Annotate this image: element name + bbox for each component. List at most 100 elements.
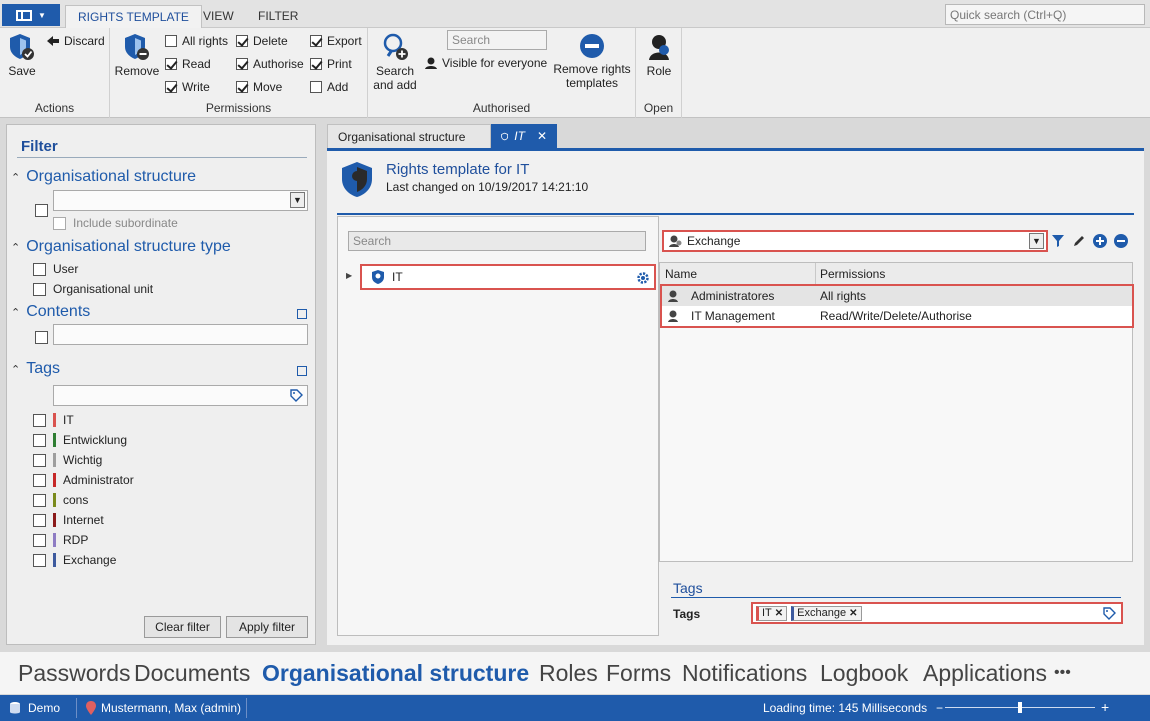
module-organisational-structure[interactable]: Organisational structure xyxy=(262,660,529,687)
zoom-in-button[interactable]: + xyxy=(1101,699,1109,715)
app-menu-button[interactable]: ▼ xyxy=(2,4,60,26)
module-documents[interactable]: Documents xyxy=(134,660,250,687)
section-tags[interactable]: ⌃ Tags xyxy=(11,360,60,378)
tags-input[interactable]: IT ✕ Exchange ✕ xyxy=(751,602,1123,624)
tree-search-input[interactable]: Search xyxy=(348,231,646,251)
table-row[interactable]: Administratores All rights xyxy=(662,286,1132,306)
checkbox[interactable] xyxy=(33,513,46,527)
remove-icon[interactable] xyxy=(1113,233,1129,249)
tab-view[interactable]: VIEW xyxy=(191,5,246,28)
remove-rights-templates-button[interactable]: Remove rights templates xyxy=(552,32,632,90)
perm-print[interactable]: Print xyxy=(310,57,352,71)
checkbox[interactable] xyxy=(236,81,248,93)
include-subordinate-option[interactable]: Include subordinate xyxy=(53,216,178,230)
chevron-down-icon[interactable]: ▼ xyxy=(1029,233,1044,249)
apply-filter-button[interactable]: Apply filter xyxy=(226,616,308,638)
perm-move[interactable]: Move xyxy=(236,80,282,94)
checkbox[interactable] xyxy=(310,35,322,47)
tag-filter-item[interactable]: Entwicklung xyxy=(33,433,127,447)
close-icon[interactable]: ✕ xyxy=(537,124,547,148)
quick-search-input[interactable]: Quick search (Ctrl+Q) xyxy=(945,4,1145,25)
table-row[interactable]: IT Management Read/Write/Delete/Authoris… xyxy=(662,306,1132,326)
module-logbook[interactable]: Logbook xyxy=(820,660,908,687)
perm-export[interactable]: Export xyxy=(310,34,362,48)
checkbox[interactable] xyxy=(165,58,177,70)
perm-read[interactable]: Read xyxy=(165,57,211,71)
doc-tab-it[interactable]: IT ✕ xyxy=(491,124,557,148)
tab-rights-template[interactable]: RIGHTS TEMPLATE xyxy=(65,5,202,29)
column-header-permissions[interactable]: Permissions xyxy=(820,267,885,281)
checkbox[interactable] xyxy=(236,35,248,47)
tab-filter[interactable]: FILTER xyxy=(246,5,310,28)
checkbox[interactable] xyxy=(33,533,46,547)
discard-button[interactable]: Discard xyxy=(46,34,105,48)
org-type-user[interactable]: User xyxy=(33,262,78,276)
add-icon[interactable] xyxy=(1092,233,1108,249)
close-icon[interactable]: ✕ xyxy=(849,608,857,619)
role-select[interactable]: Exchange ▼ xyxy=(662,230,1048,252)
module-passwords[interactable]: Passwords xyxy=(18,660,130,687)
section-organisational-structure[interactable]: ⌃ Organisational structure xyxy=(11,168,196,186)
checkbox[interactable] xyxy=(33,433,46,447)
tag-filter-item[interactable]: Administrator xyxy=(33,473,134,487)
doc-tab-organisational-structure[interactable]: Organisational structure xyxy=(327,124,491,148)
org-type-unit[interactable]: Organisational unit xyxy=(33,282,153,296)
checkbox[interactable] xyxy=(236,58,248,70)
search-and-add-button[interactable]: Search and add xyxy=(370,32,420,92)
close-icon[interactable]: ✕ xyxy=(775,608,783,619)
checkbox[interactable] xyxy=(33,453,46,467)
chevron-down-icon[interactable]: ▼ xyxy=(290,192,305,208)
checkbox[interactable] xyxy=(53,216,66,230)
tags-toggle-icon[interactable] xyxy=(297,366,307,376)
zoom-slider-handle[interactable] xyxy=(1018,702,1022,713)
contents-input[interactable] xyxy=(53,324,308,345)
module-applications[interactable]: Applications xyxy=(923,660,1047,687)
perm-all-rights[interactable]: All rights xyxy=(165,34,228,48)
checkbox[interactable] xyxy=(33,282,46,296)
tree-item-it[interactable]: IT xyxy=(360,264,656,290)
tag-filter-item[interactable]: cons xyxy=(33,493,88,507)
module-notifications[interactable]: Notifications xyxy=(682,660,807,687)
tag-icon[interactable] xyxy=(1103,607,1116,620)
checkbox[interactable] xyxy=(33,493,46,507)
org-structure-select[interactable]: ▼ xyxy=(53,190,308,211)
filter-icon[interactable] xyxy=(1050,233,1066,249)
tag-filter-item[interactable]: Exchange xyxy=(33,553,116,567)
checkbox[interactable] xyxy=(33,473,46,487)
module-forms[interactable]: Forms xyxy=(606,660,671,687)
authorised-search-input[interactable]: Search xyxy=(447,30,547,50)
clear-filter-button[interactable]: Clear filter xyxy=(144,616,221,638)
checkbox[interactable] xyxy=(310,81,322,93)
gear-icon[interactable] xyxy=(636,271,650,285)
perm-authorise[interactable]: Authorise xyxy=(236,57,304,71)
section-organisational-structure-type[interactable]: ⌃ Organisational structure type xyxy=(11,238,231,256)
checkbox[interactable] xyxy=(165,35,177,47)
zoom-out-button[interactable]: − xyxy=(936,701,943,715)
org-structure-checkbox[interactable] xyxy=(35,204,48,217)
role-button[interactable]: Role xyxy=(640,32,678,78)
contents-toggle-icon[interactable] xyxy=(297,309,307,319)
visible-for-everyone-button[interactable]: Visible for everyone xyxy=(424,56,547,70)
module-roles[interactable]: Roles xyxy=(539,660,598,687)
column-divider[interactable] xyxy=(815,263,816,285)
checkbox[interactable] xyxy=(33,413,46,427)
perm-write[interactable]: Write xyxy=(165,80,210,94)
more-modules-button[interactable]: ••• xyxy=(1054,664,1071,682)
perm-add[interactable]: Add xyxy=(310,80,348,94)
contents-checkbox[interactable] xyxy=(35,331,48,344)
save-button[interactable]: Save xyxy=(4,32,40,78)
checkbox[interactable] xyxy=(33,553,46,567)
checkbox[interactable] xyxy=(165,81,177,93)
perm-delete[interactable]: Delete xyxy=(236,34,288,48)
tag-filter-item[interactable]: Wichtig xyxy=(33,453,102,467)
tag-filter-item[interactable]: RDP xyxy=(33,533,88,547)
tag-filter-item[interactable]: IT xyxy=(33,413,74,427)
checkbox[interactable] xyxy=(310,58,322,70)
expand-arrow-icon[interactable]: ▶ xyxy=(346,271,352,280)
current-user[interactable]: Mustermann, Max (admin) xyxy=(101,701,241,715)
section-contents[interactable]: ⌃ Contents xyxy=(11,303,90,321)
checkbox[interactable] xyxy=(33,262,46,276)
edit-icon[interactable] xyxy=(1071,233,1087,249)
remove-button[interactable]: Remove xyxy=(114,32,160,78)
tags-filter-input[interactable] xyxy=(53,385,308,406)
